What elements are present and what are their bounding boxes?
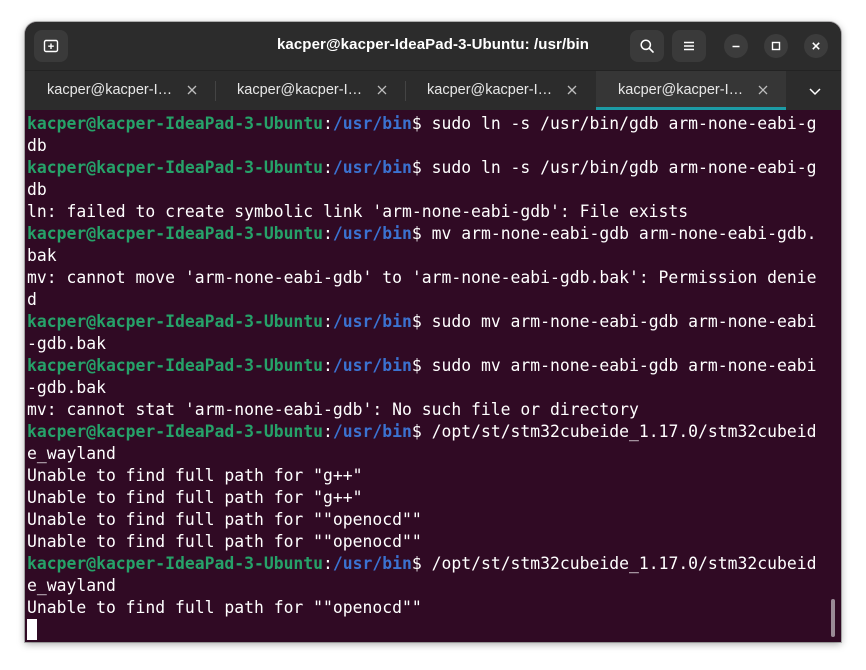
terminal-window: kacper@kacper-IdeaPad-3-Ubuntu: /usr/bin	[25, 22, 841, 642]
prompt-separator: :	[323, 554, 333, 573]
minimize-icon	[732, 45, 740, 48]
tab-2[interactable]: kacper@kacper-I…	[215, 71, 405, 110]
prompt-symbol: $	[411, 554, 422, 573]
close-icon[interactable]	[185, 83, 199, 97]
output-line: db	[27, 180, 47, 199]
prompt-separator: :	[323, 422, 333, 441]
close-icon[interactable]	[375, 83, 389, 97]
output-line: Unable to find full path for "g++"	[27, 466, 363, 485]
close-icon	[812, 42, 820, 50]
prompt-symbol: $	[411, 422, 422, 441]
terminal-text: kacper@kacper-IdeaPad-3-Ubuntu:/usr/bin$…	[27, 113, 816, 641]
hamburger-menu-icon	[684, 41, 694, 51]
prompt-path: /usr/bin	[332, 158, 412, 177]
text-cursor	[27, 619, 37, 640]
command-text: sudo mv arm-none-eabi-gdb arm-none-eabi	[421, 312, 817, 331]
prompt-separator: :	[323, 224, 333, 243]
prompt-user: kacper@kacper-IdeaPad-3-Ubuntu	[27, 114, 324, 133]
prompt-path: /usr/bin	[332, 422, 412, 441]
prompt-path: /usr/bin	[332, 554, 412, 573]
close-icon[interactable]	[565, 83, 579, 97]
command-text: /opt/st/stm32cubeide_1.17.0/stm32cubeid	[421, 422, 817, 441]
input-line[interactable]	[27, 619, 816, 641]
tab-3[interactable]: kacper@kacper-I…	[405, 71, 595, 110]
tab-label: kacper@kacper-I…	[47, 82, 173, 98]
output-line: Unable to find full path for "g++"	[27, 488, 363, 507]
prompt-user: kacper@kacper-IdeaPad-3-Ubuntu	[27, 356, 324, 375]
output-line: ln: failed to create symbolic link 'arm-…	[27, 202, 689, 221]
close-icon[interactable]	[756, 83, 770, 97]
tab-label: kacper@kacper-I…	[237, 82, 363, 98]
prompt-line: kacper@kacper-IdeaPad-3-Ubuntu:/usr/bin$…	[27, 113, 816, 135]
scrollbar[interactable]	[831, 599, 835, 637]
prompt-symbol: $	[411, 158, 422, 177]
tab-1[interactable]: kacper@kacper-I…	[25, 71, 215, 110]
maximize-button[interactable]	[764, 34, 788, 58]
prompt-separator: :	[323, 356, 333, 375]
command-text: /opt/st/stm32cubeide_1.17.0/stm32cubeid	[421, 554, 817, 573]
minimize-button[interactable]	[724, 34, 748, 58]
output-line: e_wayland	[27, 576, 116, 595]
tab-4-active[interactable]: kacper@kacper-I…	[596, 71, 786, 110]
prompt-line: kacper@kacper-IdeaPad-3-Ubuntu:/usr/bin$…	[27, 223, 816, 245]
prompt-symbol: $	[411, 312, 422, 331]
output-line: Unable to find full path for ""openocd""	[27, 598, 422, 617]
prompt-user: kacper@kacper-IdeaPad-3-Ubuntu	[27, 312, 324, 331]
output-line: d	[27, 290, 37, 309]
maximize-icon	[771, 41, 781, 51]
output-line: -gdb.bak	[27, 334, 106, 353]
prompt-user: kacper@kacper-IdeaPad-3-Ubuntu	[27, 158, 324, 177]
prompt-symbol: $	[411, 356, 422, 375]
prompt-path: /usr/bin	[332, 114, 412, 133]
prompt-line: kacper@kacper-IdeaPad-3-Ubuntu:/usr/bin$…	[27, 421, 816, 443]
prompt-symbol: $	[411, 114, 422, 133]
prompt-path: /usr/bin	[332, 312, 412, 331]
prompt-symbol: $	[411, 224, 422, 243]
command-text: mv arm-none-eabi-gdb arm-none-eabi-gdb.	[421, 224, 817, 243]
title-bar[interactable]: kacper@kacper-IdeaPad-3-Ubuntu: /usr/bin	[25, 22, 841, 70]
prompt-path: /usr/bin	[332, 224, 412, 243]
terminal-output-area[interactable]: kacper@kacper-IdeaPad-3-Ubuntu:/usr/bin$…	[25, 110, 841, 642]
output-line: mv: cannot move 'arm-none-eabi-gdb' to '…	[27, 268, 817, 287]
menu-button[interactable]	[672, 30, 706, 62]
prompt-separator: :	[323, 114, 333, 133]
search-icon	[640, 39, 654, 53]
prompt-user: kacper@kacper-IdeaPad-3-Ubuntu	[27, 224, 324, 243]
tab-bar: kacper@kacper-I… kacper@kacper-I… kacper…	[25, 70, 841, 110]
prompt-separator: :	[323, 158, 333, 177]
prompt-separator: :	[323, 312, 333, 331]
prompt-line: kacper@kacper-IdeaPad-3-Ubuntu:/usr/bin$…	[27, 355, 816, 377]
output-line: db	[27, 136, 47, 155]
chevron-down-icon[interactable]	[807, 83, 823, 99]
prompt-line: kacper@kacper-IdeaPad-3-Ubuntu:/usr/bin$…	[27, 157, 816, 179]
output-line: e_wayland	[27, 444, 116, 463]
command-text: sudo ln -s /usr/bin/gdb arm-none-eabi-g	[421, 114, 817, 133]
command-text: sudo mv arm-none-eabi-gdb arm-none-eabi	[421, 356, 817, 375]
tab-label: kacper@kacper-I…	[427, 82, 553, 98]
prompt-line: kacper@kacper-IdeaPad-3-Ubuntu:/usr/bin$…	[27, 311, 816, 333]
output-line: bak	[27, 246, 57, 265]
output-line: Unable to find full path for ""openocd""	[27, 510, 422, 529]
tab-label: kacper@kacper-I…	[618, 82, 744, 98]
command-text: sudo ln -s /usr/bin/gdb arm-none-eabi-g	[421, 158, 817, 177]
window-title: kacper@kacper-IdeaPad-3-Ubuntu: /usr/bin	[276, 36, 590, 53]
output-line: -gdb.bak	[27, 378, 106, 397]
prompt-path: /usr/bin	[332, 356, 412, 375]
prompt-user: kacper@kacper-IdeaPad-3-Ubuntu	[27, 554, 324, 573]
output-line: Unable to find full path for ""openocd""	[27, 532, 422, 551]
prompt-line: kacper@kacper-IdeaPad-3-Ubuntu:/usr/bin$…	[27, 553, 816, 575]
prompt-user: kacper@kacper-IdeaPad-3-Ubuntu	[27, 422, 324, 441]
search-button[interactable]	[630, 30, 664, 62]
output-line: mv: cannot stat 'arm-none-eabi-gdb': No …	[27, 400, 639, 419]
close-window-button[interactable]	[804, 34, 828, 58]
